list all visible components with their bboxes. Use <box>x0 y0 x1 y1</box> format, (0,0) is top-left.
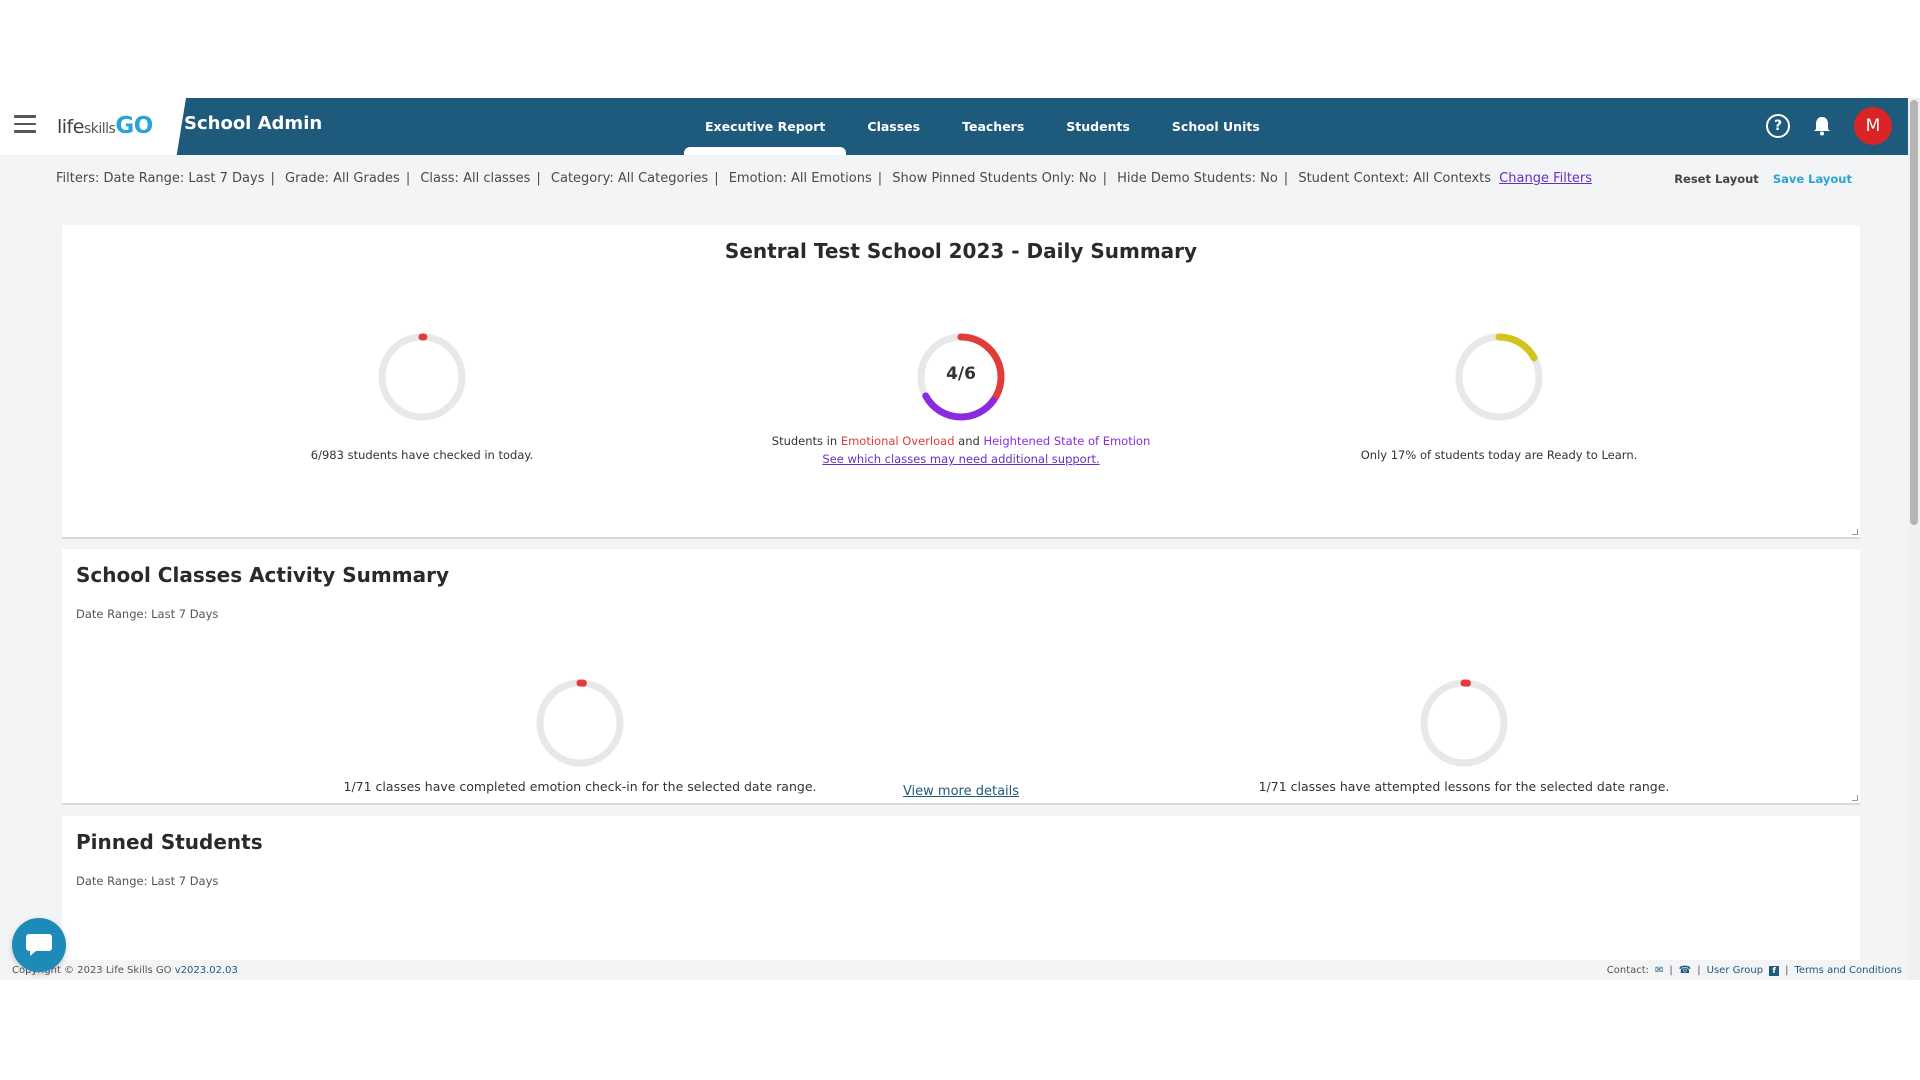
resize-handle-icon[interactable] <box>1852 529 1858 535</box>
class-lessons-widget: 1/71 classes have attempted lessons for … <box>1164 677 1764 794</box>
reset-layout-button[interactable]: Reset Layout <box>1674 172 1759 186</box>
filters-bar: Filters: Date Range: Last 7 Days | Grade:… <box>56 171 1592 186</box>
filter-date-range: Date Range: Last 7 Days <box>103 171 265 186</box>
filter-class: Class: All classes <box>420 171 531 186</box>
emotional-overload-label: Emotional Overload <box>840 434 955 448</box>
filter-separator: | <box>1102 171 1107 186</box>
classes-activity-card: School Classes Activity Summary Date Ran… <box>62 549 1860 805</box>
filter-category: Category: All Categories <box>550 171 709 186</box>
resize-handle-icon[interactable] <box>1852 795 1858 801</box>
emotion-text: Students in Emotional Overload and Heigh… <box>761 434 1161 448</box>
classes-date-range: Date Range: Last 7 Days <box>76 607 219 621</box>
pinned-date-range: Date Range: Last 7 Days <box>76 874 219 888</box>
filter-separator: | <box>405 171 411 186</box>
footer-separator: | <box>1785 965 1789 976</box>
additional-support-link[interactable]: See which classes may need additional su… <box>761 452 1161 466</box>
tab-classes[interactable]: Classes <box>846 98 941 155</box>
pinned-students-title: Pinned Students <box>76 830 263 854</box>
checkin-widget: 6/983 students have checked in today. <box>222 331 622 462</box>
view-more-label[interactable]: View more details <box>903 784 1019 799</box>
header-actions: ? M <box>1766 107 1892 145</box>
footer: Copyright © 2023 Life Skills GO v2023.02… <box>0 960 1920 980</box>
filter-grade: Grade: All Grades <box>285 171 400 186</box>
menu-icon[interactable] <box>14 115 36 133</box>
chat-icon[interactable] <box>12 918 66 972</box>
checkin-text: 6/983 students have checked in today. <box>310 448 534 462</box>
save-layout-button[interactable]: Save Layout <box>1773 172 1852 186</box>
footer-separator: | <box>1697 965 1701 976</box>
daily-summary-card: Sentral Test School 2023 - Daily Summary… <box>62 225 1860 539</box>
emotion-text-and: and <box>958 434 980 448</box>
app-title: School Admin <box>184 113 323 134</box>
ready-to-learn-widget: Only 17% of students today are Ready to … <box>1299 331 1699 462</box>
scrollbar-thumb[interactable] <box>1910 100 1918 525</box>
class-checkin-ring <box>536 679 624 767</box>
user-avatar[interactable]: M <box>1854 107 1892 145</box>
tab-school-units[interactable]: School Units <box>1151 98 1281 155</box>
page-scrollbar[interactable] <box>1908 98 1920 980</box>
lifeskillsgo-logo[interactable]: lifeskillsGO <box>57 113 153 139</box>
layout-actions: Reset Layout Save Layout <box>1674 172 1852 186</box>
filter-hide-demo: Hide Demo Students: No <box>1117 171 1278 186</box>
filter-separator: | <box>536 171 541 186</box>
pinned-students-card: Pinned Students Date Range: Last 7 Days <box>62 816 1860 980</box>
contact-label: Contact: <box>1606 965 1650 976</box>
view-more-details-link[interactable]: View more details <box>62 784 1860 799</box>
tab-students[interactable]: Students <box>1045 98 1151 155</box>
filter-separator: | <box>877 171 883 186</box>
emotion-ring-label: 4/6 <box>946 364 976 384</box>
email-icon[interactable]: ✉ <box>1655 965 1663 976</box>
change-filters-link[interactable]: Change Filters <box>1499 171 1592 186</box>
heightened-emotion-label: Heightened State of Emotion <box>983 434 1151 448</box>
ring-track <box>536 679 624 767</box>
class-checkin-widget: 1/71 classes have completed emotion chec… <box>280 677 880 794</box>
filter-pinned-students: Show Pinned Students Only: No <box>892 171 1097 186</box>
tab-executive-report[interactable]: Executive Report <box>684 98 847 155</box>
emotion-widget: 4/6 Students in Emotional Overload and H… <box>761 331 1161 466</box>
filter-emotion: Emotion: All Emotions <box>728 171 872 186</box>
main-tabs: Executive Report Classes Teachers Studen… <box>684 98 1281 155</box>
phone-icon[interactable]: ☎ <box>1679 965 1691 976</box>
classes-activity-title: School Classes Activity Summary <box>76 563 449 587</box>
ring-track <box>1420 679 1508 767</box>
emotion-ring-wrap: 4/6 <box>915 331 1007 423</box>
app-screen: lifeskillsGO School Admin Executive Repo… <box>0 98 1920 980</box>
top-navigation-bar: lifeskillsGO School Admin Executive Repo… <box>0 98 1920 155</box>
filter-separator: | <box>714 171 719 186</box>
filter-separator: | <box>1283 171 1289 186</box>
checkin-ring <box>378 333 466 421</box>
ring-track <box>378 333 466 421</box>
filter-separator: | <box>270 171 275 186</box>
help-icon[interactable]: ? <box>1766 114 1790 138</box>
tab-teachers[interactable]: Teachers <box>941 98 1045 155</box>
terms-link[interactable]: Terms and Conditions <box>1794 965 1902 976</box>
filter-student-context: Student Context: All Contexts <box>1298 171 1492 186</box>
daily-summary-title: Sentral Test School 2023 - Daily Summary <box>724 239 1198 263</box>
user-group-link[interactable]: User Group <box>1707 965 1763 976</box>
ready-ring <box>1455 333 1543 421</box>
emotion-text-prefix: Students in <box>771 434 838 448</box>
bell-icon[interactable] <box>1810 114 1834 138</box>
facebook-icon[interactable]: f <box>1769 965 1780 976</box>
filters-prefix: Filters: <box>56 171 100 186</box>
version-label: v2023.02.03 <box>174 965 238 976</box>
ready-text: Only 17% of students today are Ready to … <box>1360 448 1638 462</box>
footer-links: Contact: ✉ | ☎ | User Group f | Terms an… <box>1607 965 1902 976</box>
footer-separator: | <box>1669 965 1673 976</box>
class-lessons-ring <box>1420 679 1508 767</box>
